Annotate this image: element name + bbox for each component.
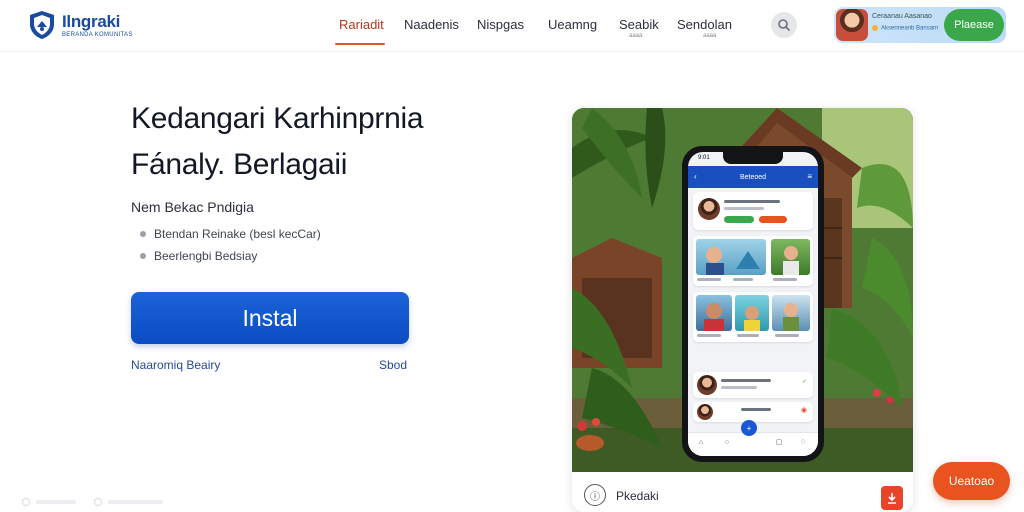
bottom-navigation: ⌂ ○ ▢ ♢ bbox=[688, 432, 818, 456]
status-time: 9:01 bbox=[698, 155, 710, 161]
card-footer-label: Pkedaki bbox=[616, 489, 659, 503]
promo-subtitle-text: Aksenneanb Bansarn bbox=[881, 25, 939, 32]
nav-item-4[interactable]: Ueamng bbox=[548, 17, 597, 32]
info-icon[interactable]: ⓘ bbox=[584, 484, 606, 506]
avatar bbox=[697, 404, 713, 420]
bullet-dot-icon bbox=[140, 231, 146, 237]
install-button[interactable]: Instal bbox=[131, 292, 409, 344]
media-thumbnail-art bbox=[783, 303, 799, 331]
promo-title: Ceraanau Aasanao bbox=[872, 13, 932, 20]
brand-logo[interactable]: Ilngraki BERANDA KOMUNITAS bbox=[28, 10, 133, 40]
check-icon: ✓ bbox=[801, 379, 807, 385]
caption-line bbox=[733, 278, 753, 281]
shield-logo-icon bbox=[30, 11, 54, 39]
bullet-dot-icon bbox=[140, 253, 146, 259]
media-thumbnail-art bbox=[783, 246, 799, 275]
feed-list-item[interactable]: ✓ bbox=[693, 372, 813, 398]
media-grid-row bbox=[693, 236, 813, 286]
promo-banner[interactable]: Ceraanau Aasanao Aksenneanb Bansarn Plae… bbox=[834, 7, 1006, 43]
card-footer: ⓘ Pkedaki bbox=[572, 472, 913, 512]
media-thumbnail[interactable] bbox=[696, 295, 732, 331]
nav-item-6-sub: aaaa bbox=[703, 33, 717, 39]
bullet-item: Btendan Reinake (besl kecCar) bbox=[140, 227, 321, 241]
search-icon[interactable]: ○ bbox=[722, 438, 732, 448]
bullet-item: Beerlengbi Bedsiay bbox=[140, 249, 257, 263]
caption-line bbox=[773, 278, 797, 281]
nav-item-5[interactable]: Seabik bbox=[619, 17, 659, 32]
caption-line bbox=[775, 334, 799, 337]
nav-active-indicator bbox=[335, 43, 385, 45]
nav-item-5-sub: aaaa bbox=[629, 33, 643, 39]
list-item-meta-line bbox=[721, 386, 757, 389]
hero-photo: 9:01 ‹ Beteoed ≡ ✓ ◉ + ⌂ ○ ▢ ♢ bbox=[572, 108, 913, 472]
bullet-text: Beerlengbi Bedsiay bbox=[154, 249, 258, 263]
media-grid-row bbox=[693, 292, 813, 342]
media-thumbnail[interactable] bbox=[772, 295, 810, 331]
media-thumbnail[interactable] bbox=[696, 239, 766, 275]
floating-cta-button[interactable]: Ueatoao bbox=[933, 462, 1010, 500]
app-bar: ‹ Beteoed ≡ bbox=[688, 166, 818, 188]
top-header: Ilngraki BERANDA KOMUNITAS Rariadit Naad… bbox=[0, 0, 1024, 52]
feed-list-item[interactable]: ◉ bbox=[693, 402, 813, 422]
avatar bbox=[698, 198, 720, 220]
menu-icon[interactable]: ≡ bbox=[807, 172, 812, 181]
download-button[interactable] bbox=[881, 486, 903, 510]
hero-image-card: 9:01 ‹ Beteoed ≡ ✓ ◉ + ⌂ ○ ▢ ♢ ⓘ Pkedaki bbox=[572, 108, 913, 512]
media-thumbnail[interactable] bbox=[771, 239, 810, 275]
nav-item-6[interactable]: Sendolan bbox=[677, 17, 732, 32]
app-bar-title: Beteoed bbox=[739, 173, 767, 181]
hero-title-line2: Fánaly. Berlagaii bbox=[131, 148, 348, 181]
post-author-line bbox=[724, 200, 780, 203]
bell-icon[interactable]: ♢ bbox=[798, 438, 808, 448]
add-post-button[interactable]: + bbox=[741, 420, 757, 436]
bullet-text: Btendan Reinake (besl kecCar) bbox=[154, 227, 321, 241]
search-button[interactable] bbox=[771, 12, 797, 38]
phone-mockup: 9:01 ‹ Beteoed ≡ ✓ ◉ + ⌂ ○ ▢ ♢ bbox=[682, 146, 824, 462]
brand-name: Ilngraki bbox=[62, 11, 121, 31]
media-thumbnail[interactable] bbox=[735, 295, 769, 331]
caption-line bbox=[737, 334, 759, 337]
promo-avatar bbox=[836, 9, 868, 41]
promo-subtitle: Aksenneanb Bansarn bbox=[872, 25, 938, 32]
secondary-link[interactable]: Naaromiq Beairy bbox=[131, 358, 220, 372]
coin-icon bbox=[872, 25, 878, 31]
phone-screen: 9:01 ‹ Beteoed ≡ ✓ ◉ + ⌂ ○ ▢ ♢ bbox=[688, 152, 818, 456]
hero-title: Kedangari Karhinprnia Fánaly. Berlagaii bbox=[131, 96, 424, 188]
media-thumbnail-art bbox=[706, 247, 760, 275]
nav-item-home[interactable]: Rariadit bbox=[339, 17, 384, 32]
faded-footer-row bbox=[20, 496, 170, 510]
phone-notch bbox=[723, 152, 783, 164]
list-item-title-line bbox=[741, 408, 771, 411]
faded-footer-icons bbox=[22, 498, 163, 506]
media-thumbnail-art bbox=[744, 306, 760, 331]
home-icon[interactable]: ⌂ bbox=[696, 438, 706, 448]
caption-line bbox=[697, 334, 721, 337]
post-meta-line bbox=[724, 207, 764, 210]
search-icon bbox=[778, 19, 791, 32]
tertiary-link[interactable]: Sbod bbox=[379, 358, 407, 372]
avatar bbox=[697, 375, 717, 395]
hero-subhead: Nem Bekac Pndigia bbox=[131, 199, 254, 215]
list-item-title-line bbox=[721, 379, 771, 382]
brand-tagline: BERANDA KOMUNITAS bbox=[62, 31, 133, 38]
orange-tag[interactable] bbox=[759, 216, 787, 223]
record-icon: ◉ bbox=[800, 407, 807, 414]
download-icon bbox=[888, 493, 896, 504]
nav-item-3[interactable]: Nispgas bbox=[477, 17, 524, 32]
nav-item-2[interactable]: Naadenis bbox=[404, 17, 459, 32]
green-tag[interactable] bbox=[724, 216, 754, 223]
hero-title-line1: Kedangari Karhinprnia bbox=[131, 102, 424, 135]
media-thumbnail-art bbox=[704, 303, 724, 331]
caption-line bbox=[697, 278, 721, 281]
back-arrow-icon[interactable]: ‹ bbox=[694, 172, 697, 181]
feed-post-card[interactable] bbox=[693, 192, 813, 230]
promo-cta-button[interactable]: Plaease bbox=[944, 9, 1004, 41]
chat-icon[interactable]: ▢ bbox=[774, 438, 784, 448]
